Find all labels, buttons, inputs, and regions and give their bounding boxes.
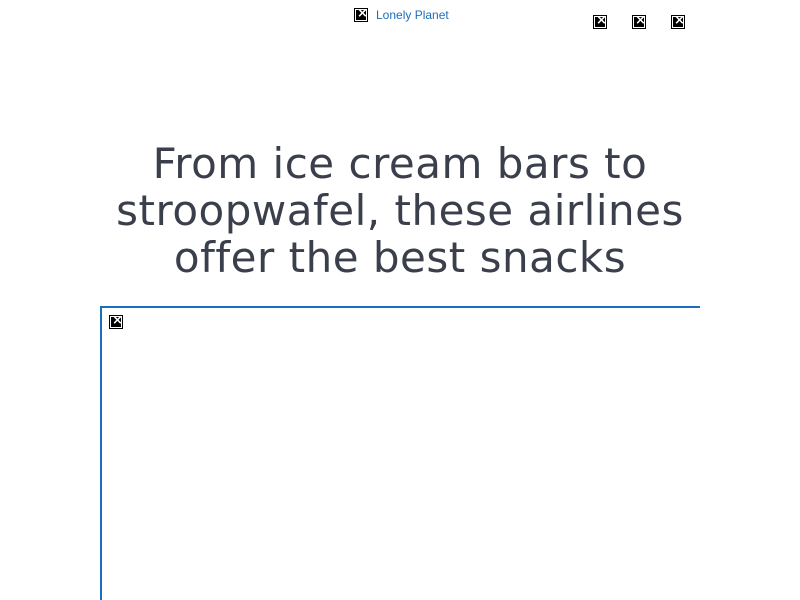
hero-image-frame [100, 306, 700, 600]
lonely-planet-logo-link[interactable]: Lonely Planet [376, 8, 449, 22]
broken-image-icon [109, 313, 123, 329]
broken-image-icon [354, 6, 368, 22]
article-headline: From ice cream bars to stroopwafel, thes… [116, 139, 684, 282]
top-logo[interactable]: Lonely Planet [354, 6, 449, 23]
broken-image-icon[interactable] [671, 13, 685, 29]
broken-image-icon[interactable] [593, 13, 607, 29]
broken-image-icon[interactable] [632, 13, 646, 29]
